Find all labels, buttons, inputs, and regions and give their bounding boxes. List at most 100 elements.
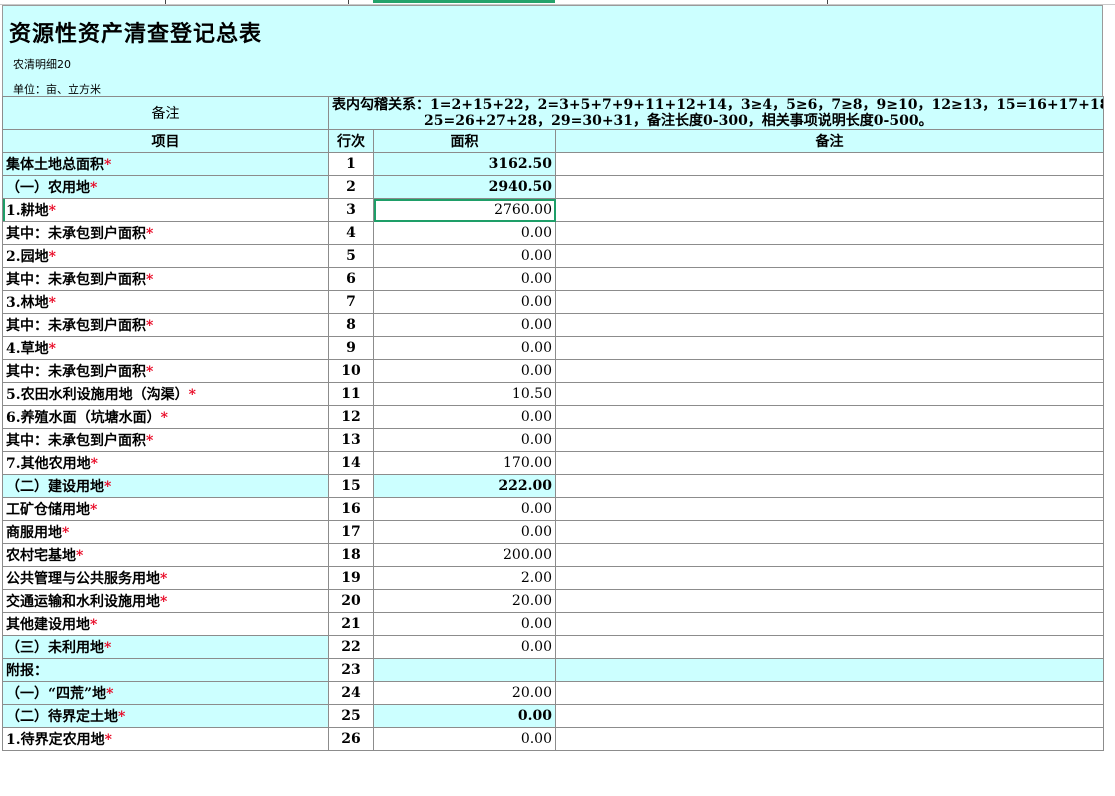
required-marker: *: [106, 686, 114, 702]
remark-cell[interactable]: [554, 543, 1105, 567]
area-cell[interactable]: 0.00: [373, 520, 556, 544]
area-cell[interactable]: 2760.00: [373, 198, 556, 222]
item-label: 5.农田水利设施用地（沟渠）: [6, 387, 189, 403]
remark-cell[interactable]: [554, 267, 1105, 291]
table-row: 5.农田水利设施用地（沟渠）* 11 10.50: [2, 382, 1105, 406]
area-cell[interactable]: 0.00: [373, 221, 556, 245]
required-marker: *: [90, 456, 98, 472]
remark-cell[interactable]: [554, 290, 1105, 314]
item-label: 其他建设用地: [6, 617, 90, 633]
remark-cell[interactable]: [554, 336, 1105, 360]
remark-cell[interactable]: [554, 405, 1105, 429]
remark-cell[interactable]: [554, 727, 1105, 751]
required-marker: *: [188, 387, 196, 403]
required-marker: *: [48, 295, 56, 311]
row-number-cell: 6: [328, 267, 374, 291]
area-cell[interactable]: 0.00: [373, 336, 556, 360]
item-label-cell: 1.待界定农用地*: [2, 727, 329, 751]
row-number-cell: 3: [328, 198, 374, 222]
column-header-row: 项目 行次 面积 备注: [2, 129, 1105, 153]
table-row: 6.养殖水面（坑塘水面）* 12 0.00: [2, 405, 1105, 429]
area-cell[interactable]: [373, 658, 556, 682]
required-marker: *: [76, 548, 84, 564]
area-cell[interactable]: 0.00: [373, 244, 556, 268]
item-label-cell: 7.其他农用地*: [2, 451, 329, 475]
item-label-cell: 商服用地*: [2, 520, 329, 544]
area-cell[interactable]: 0.00: [373, 612, 556, 636]
required-marker: *: [160, 594, 168, 610]
remark-cell[interactable]: [554, 313, 1105, 337]
column-header-item: 项目: [2, 129, 329, 153]
remark-cell[interactable]: [554, 198, 1105, 222]
row-number-cell: 14: [328, 451, 374, 475]
remark-cell[interactable]: [554, 635, 1105, 659]
area-cell[interactable]: 0.00: [373, 704, 556, 728]
item-label: 6.养殖水面（坑塘水面）: [6, 410, 161, 426]
required-marker: *: [90, 502, 98, 518]
row-number-cell: 13: [328, 428, 374, 452]
area-cell[interactable]: 0.00: [373, 267, 556, 291]
area-cell[interactable]: 0.00: [373, 635, 556, 659]
remark-cell[interactable]: [554, 152, 1105, 176]
table-row: （一）农用地* 2 2940.50: [2, 175, 1105, 199]
area-cell[interactable]: 2.00: [373, 566, 556, 590]
required-marker: *: [48, 249, 56, 265]
area-cell[interactable]: 0.00: [373, 428, 556, 452]
area-cell[interactable]: 20.00: [373, 589, 556, 613]
table-row: 公共管理与公共服务用地* 19 2.00: [2, 566, 1105, 590]
remark-cell[interactable]: [554, 612, 1105, 636]
column-divider: [827, 0, 828, 4]
remark-cell[interactable]: [554, 451, 1105, 475]
remark-cell[interactable]: [554, 221, 1105, 245]
item-label: （二）待界定土地: [6, 709, 118, 725]
remark-cell[interactable]: [554, 704, 1105, 728]
remark-cell[interactable]: [554, 175, 1105, 199]
area-cell[interactable]: 0.00: [373, 497, 556, 521]
item-label-cell: 公共管理与公共服务用地*: [2, 566, 329, 590]
table-row: （三）未利用地* 22 0.00: [2, 635, 1105, 659]
area-cell[interactable]: 0.00: [373, 290, 556, 314]
row-number-cell: 18: [328, 543, 374, 567]
required-marker: *: [90, 180, 98, 196]
table-row: 交通运输和水利设施用地* 20 20.00: [2, 589, 1105, 613]
area-cell[interactable]: 3162.50: [373, 152, 556, 176]
table-row: 其中：未承包到户面积* 13 0.00: [2, 428, 1105, 452]
area-cell[interactable]: 200.00: [373, 543, 556, 567]
table-row: 集体土地总面积* 1 3162.50: [2, 152, 1105, 176]
area-cell[interactable]: 0.00: [373, 313, 556, 337]
selected-column-indicator: [373, 0, 555, 3]
remark-cell[interactable]: [554, 658, 1105, 682]
remark-cell[interactable]: [554, 681, 1105, 705]
area-cell[interactable]: 222.00: [373, 474, 556, 498]
remark-cell[interactable]: [554, 244, 1105, 268]
data-table: 备注 表内勾稽关系：1=2+15+22，2=3+5+7+9+11+12+14，3…: [2, 96, 1105, 751]
remark-cell[interactable]: [554, 359, 1105, 383]
table-row: 2.园地* 5 0.00: [2, 244, 1105, 268]
row-number-cell: 24: [328, 681, 374, 705]
remark-cell[interactable]: [554, 428, 1105, 452]
remark-cell[interactable]: [554, 497, 1105, 521]
column-divider: [165, 0, 166, 4]
item-label: 3.林地: [6, 295, 49, 311]
required-marker: *: [90, 617, 98, 633]
area-cell[interactable]: 0.00: [373, 405, 556, 429]
item-label-cell: 2.园地*: [2, 244, 329, 268]
area-cell[interactable]: 0.00: [373, 727, 556, 751]
item-label: 其中：未承包到户面积: [6, 272, 146, 288]
remark-cell[interactable]: [554, 520, 1105, 544]
area-cell[interactable]: 20.00: [373, 681, 556, 705]
item-label-cell: 3.林地*: [2, 290, 329, 314]
remark-cell[interactable]: [554, 566, 1105, 590]
area-cell[interactable]: 10.50: [373, 382, 556, 406]
area-cell[interactable]: 0.00: [373, 359, 556, 383]
item-label: （三）未利用地: [6, 640, 104, 656]
table-row: 工矿仓储用地* 16 0.00: [2, 497, 1105, 521]
row-number-cell: 2: [328, 175, 374, 199]
area-cell[interactable]: 2940.50: [373, 175, 556, 199]
remark-cell[interactable]: [554, 474, 1105, 498]
report-code: 农清明细20: [13, 58, 71, 71]
remark-cell[interactable]: [554, 589, 1105, 613]
table-row: 其中：未承包到户面积* 4 0.00: [2, 221, 1105, 245]
remark-cell[interactable]: [554, 382, 1105, 406]
area-cell[interactable]: 170.00: [373, 451, 556, 475]
